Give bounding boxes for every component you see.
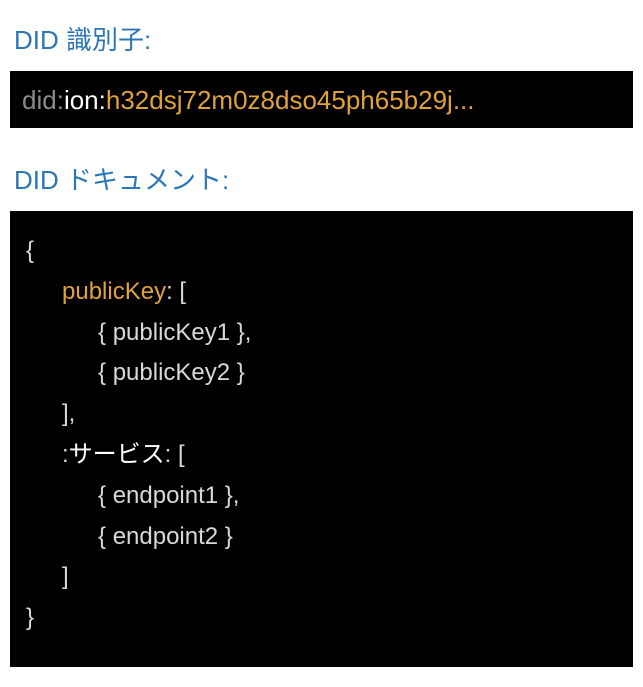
did-method: ion xyxy=(64,85,99,115)
punct: }, xyxy=(218,482,239,509)
code-line: { endpoint1 }, xyxy=(26,476,617,517)
did-colon-2: : xyxy=(99,85,106,115)
page-root: DID 識別子: did:ion:h32dsj72m0z8dso45ph65b2… xyxy=(0,0,643,687)
punct: : [ xyxy=(165,441,185,468)
endpoint2: endpoint2 xyxy=(113,523,218,550)
did-document-box: { publicKey: [ { publicKey1 }, { publicK… xyxy=(10,211,633,667)
code-line: } xyxy=(26,598,617,639)
publickey2: publicKey2 xyxy=(113,359,230,386)
close-bracket: ], xyxy=(62,400,75,427)
code-line: { publicKey1 }, xyxy=(26,313,617,354)
identifier-label: DID 識別子: xyxy=(14,20,633,57)
did-identifier-box: did:ion:h32dsj72m0z8dso45ph65b29j... xyxy=(10,71,633,128)
code-line: { publicKey2 } xyxy=(26,353,617,394)
punct: { xyxy=(98,359,113,386)
publickey1: publicKey1 xyxy=(113,319,230,346)
open-brace: { xyxy=(26,237,34,264)
close-brace: } xyxy=(26,604,34,631)
code-line: { xyxy=(26,231,617,272)
punct: } xyxy=(230,359,245,386)
document-label: DID ドキュメント: xyxy=(14,160,633,197)
did-colon-1: : xyxy=(57,85,64,115)
did-value: h32dsj72m0z8dso45ph65b29j... xyxy=(106,85,475,115)
code-line: ], xyxy=(26,394,617,435)
close-bracket: ] xyxy=(62,563,69,590)
did-scheme: did xyxy=(22,85,57,115)
key-publickey: publicKey xyxy=(62,278,166,305)
key-service: サービス xyxy=(69,441,165,468)
code-line: publicKey: [ xyxy=(26,272,617,313)
punct: : [ xyxy=(166,278,186,305)
punct: { xyxy=(98,319,113,346)
punct: }, xyxy=(230,319,251,346)
endpoint1: endpoint1 xyxy=(113,482,218,509)
punct: : xyxy=(62,441,69,468)
punct: { xyxy=(98,523,113,550)
punct: { xyxy=(98,482,113,509)
code-line: { endpoint2 } xyxy=(26,517,617,558)
code-line: ] xyxy=(26,557,617,598)
code-line: :サービス: [ xyxy=(26,435,617,476)
punct: } xyxy=(218,523,233,550)
